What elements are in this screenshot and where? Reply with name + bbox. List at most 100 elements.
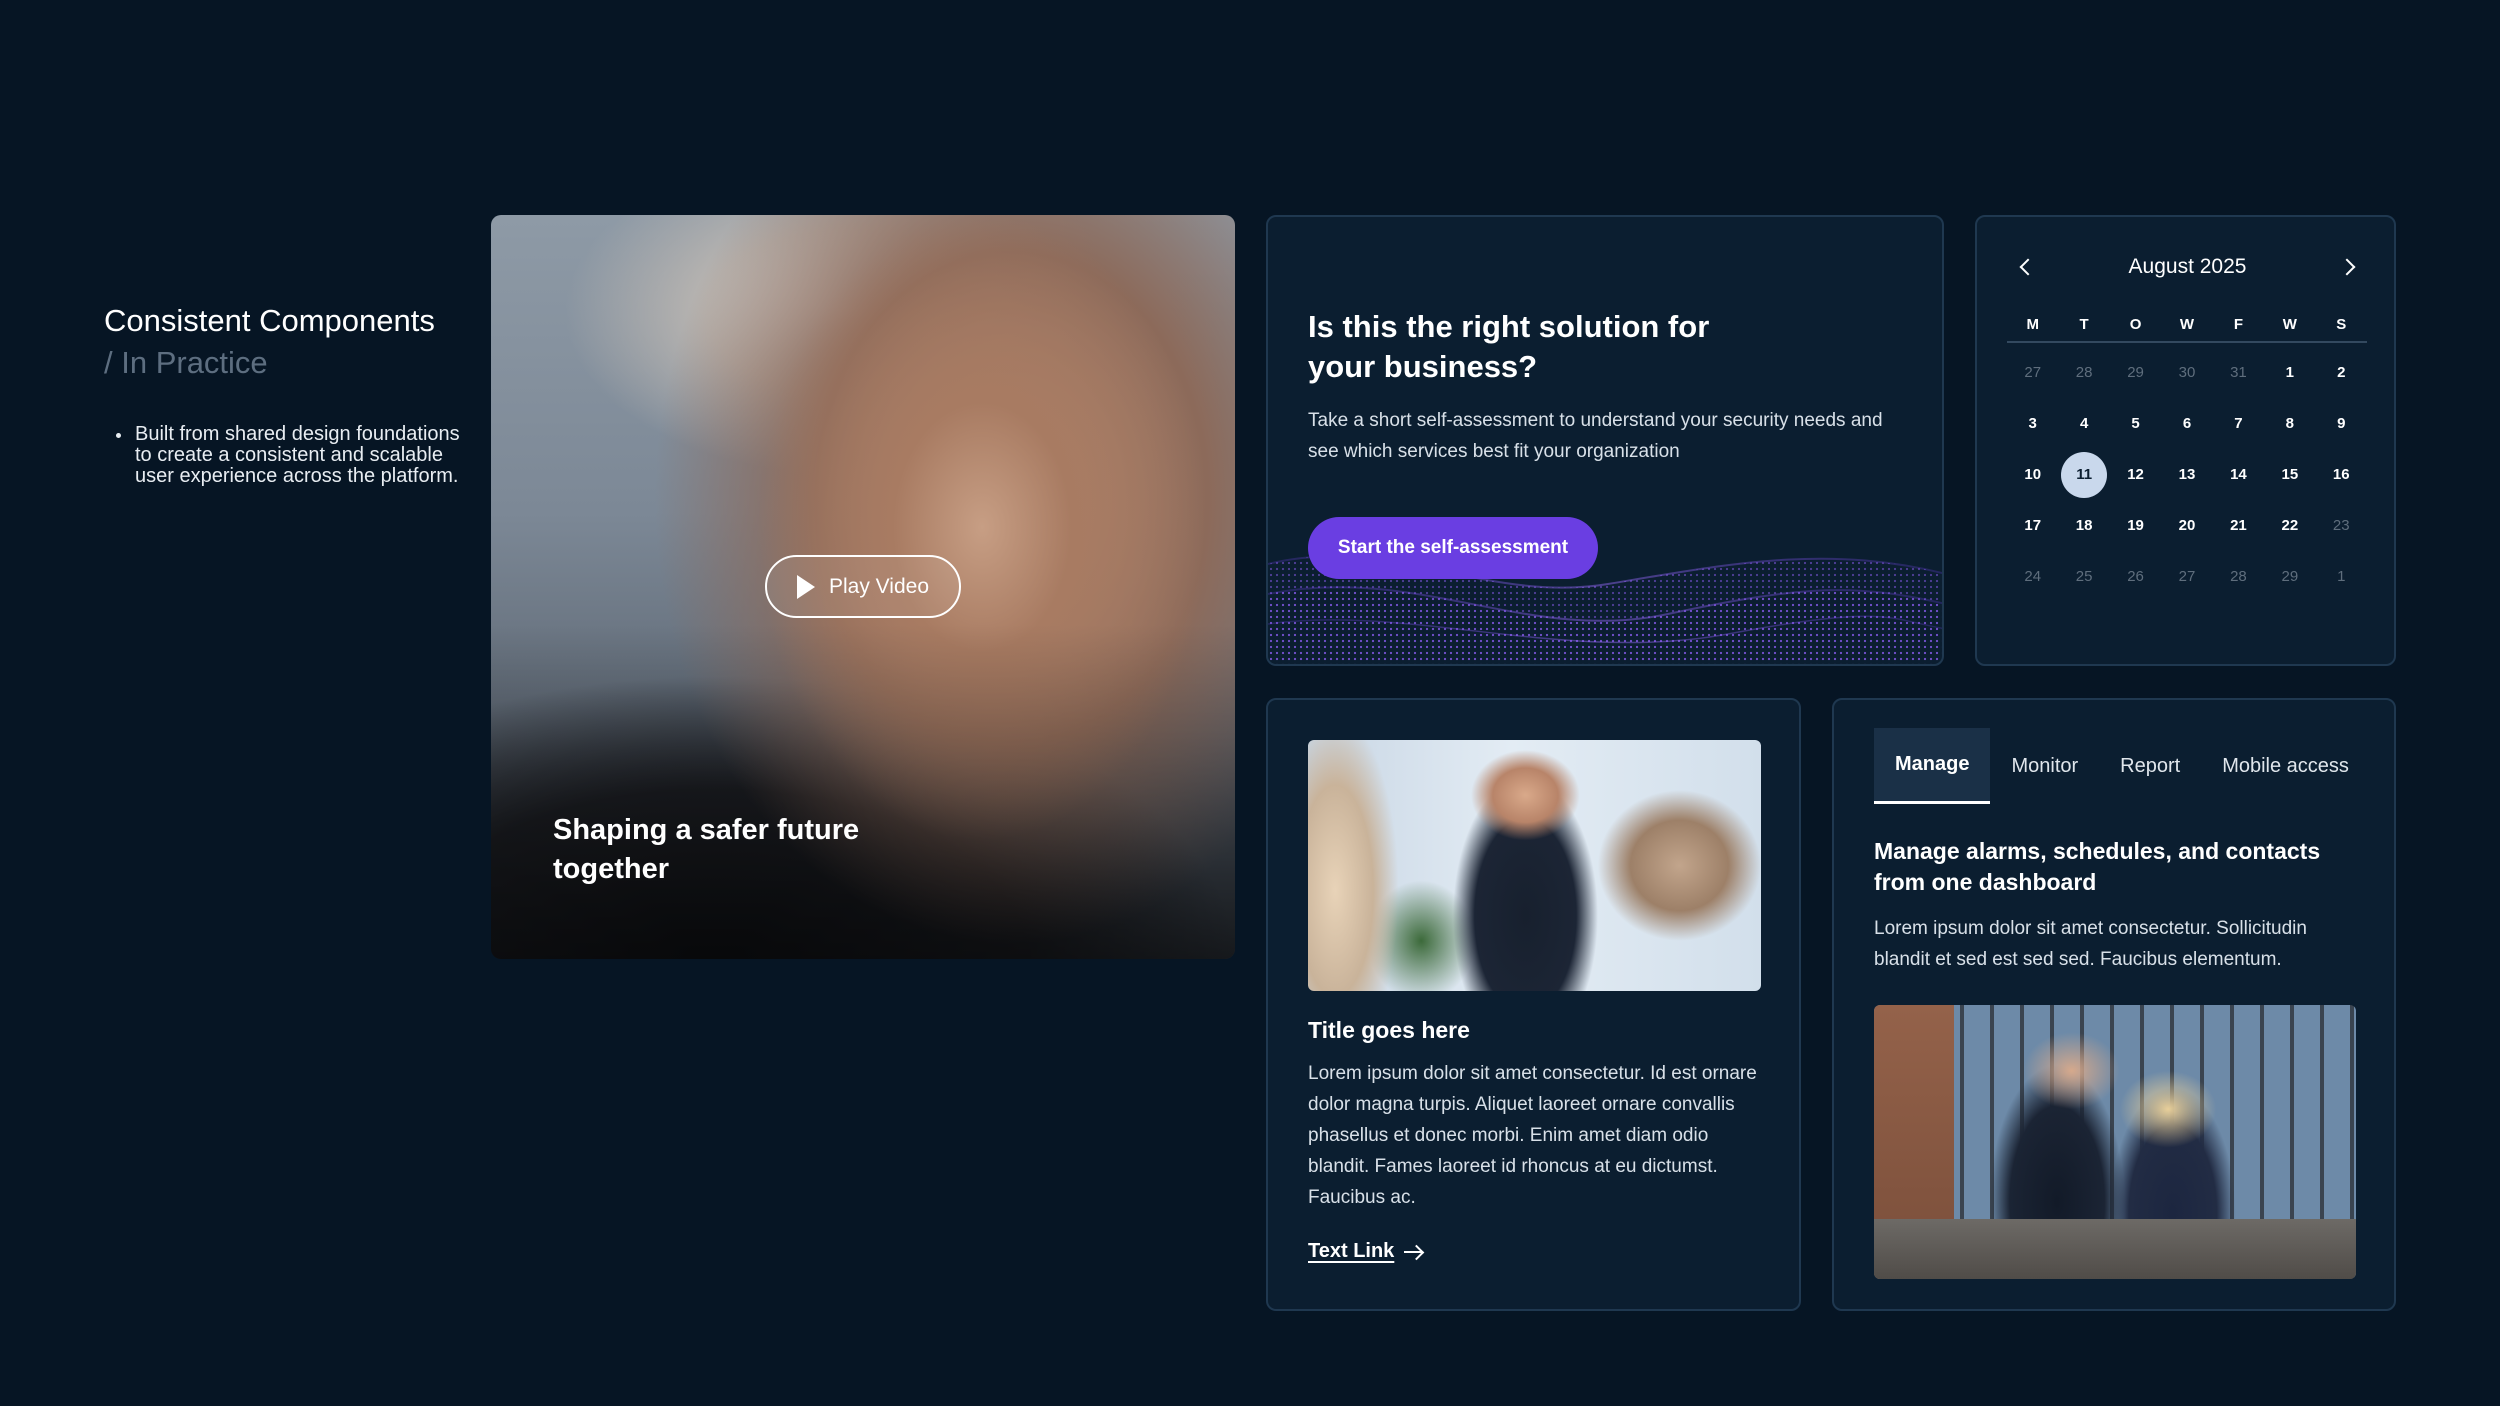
calendar-day[interactable]: 12 [2110, 449, 2161, 500]
calendar-day-number: 13 [2178, 466, 2196, 483]
calendar-day[interactable]: 26 [2110, 551, 2161, 602]
calendar-day[interactable]: 4 [2058, 398, 2109, 449]
video-gradient-overlay [491, 624, 1235, 959]
calendar-day[interactable]: 24 [2007, 551, 2058, 602]
calendar-day-grid: 27 28 29 30 31 1 2 3 4 5 6 7 8 9 10 11 12 13 14 15 16 17 18 19 2… [2007, 347, 2367, 602]
calendar-day[interactable]: 23 [2316, 500, 2367, 551]
team-tablet-photo [1874, 1005, 2356, 1279]
calendar-day-number: 11 [2061, 451, 2108, 498]
calendar-day-number: 9 [2337, 415, 2346, 432]
play-video-button[interactable]: Play Video [765, 555, 961, 618]
calendar-day-number: 7 [2234, 415, 2243, 432]
photo-ground [1874, 1218, 2356, 1279]
calendar-day[interactable]: 17 [2007, 500, 2058, 551]
calendar-day[interactable]: 27 [2007, 347, 2058, 398]
weekday-label: M [2026, 316, 2039, 333]
calendar-day-number: 1 [2285, 364, 2295, 381]
calendar-day-number: 14 [2230, 466, 2247, 483]
tab-mobile-access[interactable]: Mobile access [2201, 728, 2370, 804]
calendar-day-number: 30 [2178, 364, 2196, 381]
calendar-day-number: 10 [2024, 466, 2042, 483]
calendar-day[interactable]: 5 [2110, 398, 2161, 449]
calendar-day[interactable]: 8 [2264, 398, 2315, 449]
next-month-button[interactable] [2338, 255, 2362, 279]
calendar-day[interactable]: 9 [2316, 398, 2367, 449]
calendar-header: August 2025 [1977, 247, 2394, 287]
page: Consistent Components / In Practice Buil… [0, 0, 2500, 1406]
video-card[interactable]: Play Video Shaping a safer future togeth… [491, 215, 1235, 959]
tab-report[interactable]: Report [2099, 728, 2201, 804]
text-link-label: Text Link [1308, 1240, 1395, 1262]
tabs-card: Manage Monitor Report Mobile access Mana… [1832, 698, 2396, 1311]
calendar-month-label: August 2025 [2128, 255, 2247, 278]
calendar-day-number: 23 [2332, 517, 2350, 534]
calendar-day[interactable]: 1 [2316, 551, 2367, 602]
calendar-day[interactable]: 6 [2161, 398, 2212, 449]
calendar-day[interactable]: 18 [2058, 500, 2109, 551]
self-assessment-card: Is this the right solution for your busi… [1266, 215, 1944, 666]
calendar-day-number: 20 [2178, 517, 2196, 534]
calendar-day-number: 2 [2337, 364, 2346, 381]
calendar-day-number: 27 [2178, 568, 2196, 585]
weekday-label: T [2079, 316, 2089, 333]
calendar-day-number: 21 [2230, 517, 2247, 534]
start-self-assessment-button[interactable]: Start the self-assessment [1308, 517, 1598, 579]
calendar-day-number: 4 [2079, 415, 2089, 432]
calendar-day-number: 27 [2024, 364, 2042, 381]
calendar-day[interactable]: 1 [2264, 347, 2315, 398]
calendar-day[interactable]: 30 [2161, 347, 2212, 398]
arrow-right-icon [1404, 1244, 1424, 1260]
calendar-day-number: 17 [2024, 517, 2042, 534]
weekday-label: W [2282, 316, 2297, 333]
text-link[interactable]: Text Link [1308, 1240, 1424, 1263]
calendar-day-number: 5 [2131, 415, 2140, 432]
calendar-day[interactable]: 25 [2058, 551, 2109, 602]
calendar-day[interactable]: 15 [2264, 449, 2315, 500]
intro-subtitle: / In Practice [104, 345, 268, 380]
calendar-day-number: 1 [2337, 568, 2346, 585]
calendar-day-number: 3 [2028, 415, 2037, 432]
calendar-day-number: 8 [2285, 415, 2295, 432]
play-video-label: Play Video [828, 574, 930, 598]
calendar-day[interactable]: 3 [2007, 398, 2058, 449]
article-title: Title goes here [1308, 1017, 1470, 1043]
video-caption: Shaping a safer future together [553, 814, 860, 885]
calendar-day[interactable]: 7 [2213, 398, 2264, 449]
calendar-day[interactable]: 10 [2007, 449, 2058, 500]
calendar-day[interactable]: 14 [2213, 449, 2264, 500]
calendar-day[interactable]: 2 [2316, 347, 2367, 398]
tab-manage[interactable]: Manage [1874, 728, 1991, 804]
calendar-day-number: 28 [2230, 568, 2247, 585]
calendar-day-number: 29 [2281, 568, 2299, 585]
play-icon [796, 574, 815, 599]
calendar-day-selected[interactable]: 11 [2058, 449, 2109, 500]
calendar-day[interactable]: 29 [2110, 347, 2161, 398]
calendar-day-number: 22 [2281, 517, 2299, 534]
calendar-day[interactable]: 28 [2213, 551, 2264, 602]
article-body: Lorem ipsum dolor sit amet consectetur. … [1308, 1063, 1757, 1208]
calendar-day[interactable]: 21 [2213, 500, 2264, 551]
assessment-description: Take a short self-assessment to understa… [1308, 410, 1883, 462]
calendar-day-number: 19 [2127, 517, 2144, 534]
calendar-day[interactable]: 16 [2316, 449, 2367, 500]
tab-monitor[interactable]: Monitor [1990, 728, 2099, 804]
calendar-day-number: 26 [2127, 568, 2144, 585]
calendar-day[interactable]: 20 [2161, 500, 2212, 551]
calendar-day-number: 25 [2075, 568, 2093, 585]
article-card: Title goes here Lorem ipsum dolor sit am… [1266, 698, 1801, 1311]
calendar-day[interactable]: 19 [2110, 500, 2161, 551]
calendar-day[interactable]: 28 [2058, 347, 2109, 398]
calendar-day[interactable]: 29 [2264, 551, 2315, 602]
previous-month-button[interactable] [2013, 255, 2037, 279]
tab-panel-heading: Manage alarms, schedules, and contacts f… [1874, 838, 2321, 895]
weekday-label: S [2336, 316, 2347, 333]
calendar-day[interactable]: 31 [2213, 347, 2264, 398]
calendar-day[interactable]: 27 [2161, 551, 2212, 602]
intro-title: Consistent Components [104, 303, 435, 338]
calendar-day[interactable]: 13 [2161, 449, 2212, 500]
calendar-day[interactable]: 22 [2264, 500, 2315, 551]
intro-section: Consistent Components / In Practice Buil… [104, 300, 464, 487]
tab-bar: Manage Monitor Report Mobile access [1874, 728, 2370, 804]
weekday-label: W [2179, 316, 2195, 333]
calendar-day-number: 15 [2281, 466, 2299, 483]
